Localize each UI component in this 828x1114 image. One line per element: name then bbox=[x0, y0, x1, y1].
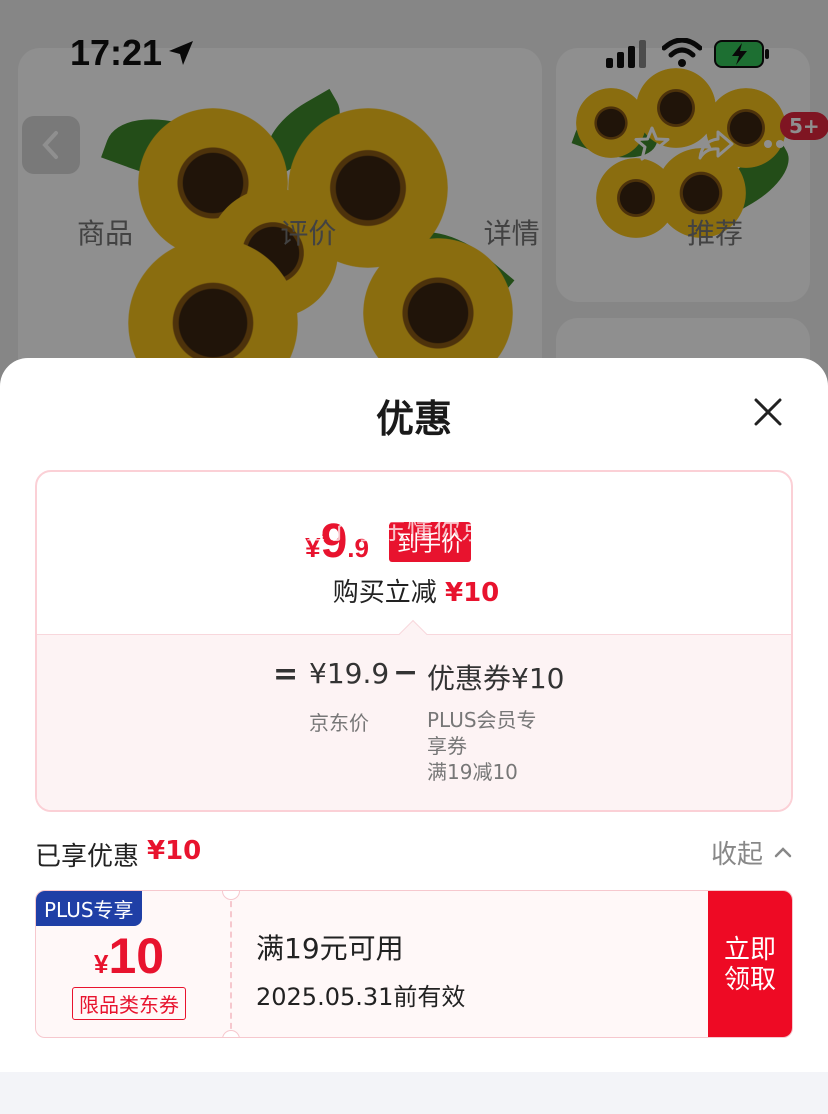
coupon-condition: 满19元可用 bbox=[256, 932, 404, 965]
jd-price: ¥19.9 bbox=[309, 657, 390, 690]
plus-exclusive-tag: PLUS专享 bbox=[36, 891, 142, 926]
enjoyed-amount: ¥10 bbox=[147, 836, 202, 866]
sheet-footer bbox=[0, 1072, 828, 1114]
price-calculation-card: ¥9.9 到手价 懂了京东懂你京 购买立减 ¥10 = ¥19.9 − 优惠券¥… bbox=[35, 470, 793, 812]
coupon-notch bbox=[222, 1030, 240, 1037]
collapse-button[interactable]: 收起 bbox=[711, 832, 793, 872]
enjoyed-label: 已享优惠 bbox=[35, 842, 140, 872]
coupon-validity: 2025.05.31前有效 bbox=[256, 983, 466, 1011]
final-price-section: ¥9.9 到手价 懂了京东懂你京 购买立减 ¥10 bbox=[37, 472, 791, 634]
coupon-value-section: PLUS专享 ¥10 限品类东券 bbox=[36, 891, 228, 1037]
watermark: 懂了京东懂你京 bbox=[299, 516, 489, 546]
coupon-divider bbox=[230, 891, 232, 1037]
minus-sign: − bbox=[393, 655, 419, 690]
discount-sheet: 优惠 ¥9.9 到手价 懂了京东懂你京 购买立减 ¥10 = ¥19.9 − 优… bbox=[0, 358, 828, 1114]
equals-sign: = bbox=[273, 657, 299, 692]
jd-price-label: 京东价 bbox=[309, 711, 369, 735]
coupon-value: ¥10 bbox=[94, 928, 165, 984]
claim-coupon-button[interactable]: 立即 领取 bbox=[708, 891, 792, 1037]
enjoyed-discount-row: 已享优惠 ¥10 收起 bbox=[35, 832, 793, 872]
coupon-type: 限品类东券 bbox=[72, 987, 186, 1020]
collapse-label: 收起 bbox=[710, 839, 763, 870]
coupon-description: PLUS会员专 享券 满19减10 bbox=[427, 708, 537, 784]
coupon-card: PLUS专享 ¥10 限品类东券 满19元可用 2025.05.31前有效 立即… bbox=[35, 890, 793, 1038]
instant-reduce-line: 购买立减 ¥10 bbox=[332, 578, 500, 608]
sheet-title: 优惠 bbox=[375, 397, 452, 441]
price-formula-section: = ¥19.9 − 优惠券¥10 京东价 PLUS会员专 享券 满19减10 bbox=[37, 634, 791, 810]
chevron-up-icon bbox=[774, 847, 792, 858]
close-icon[interactable] bbox=[748, 392, 788, 432]
coupon-amount: 优惠券¥10 bbox=[427, 662, 565, 695]
